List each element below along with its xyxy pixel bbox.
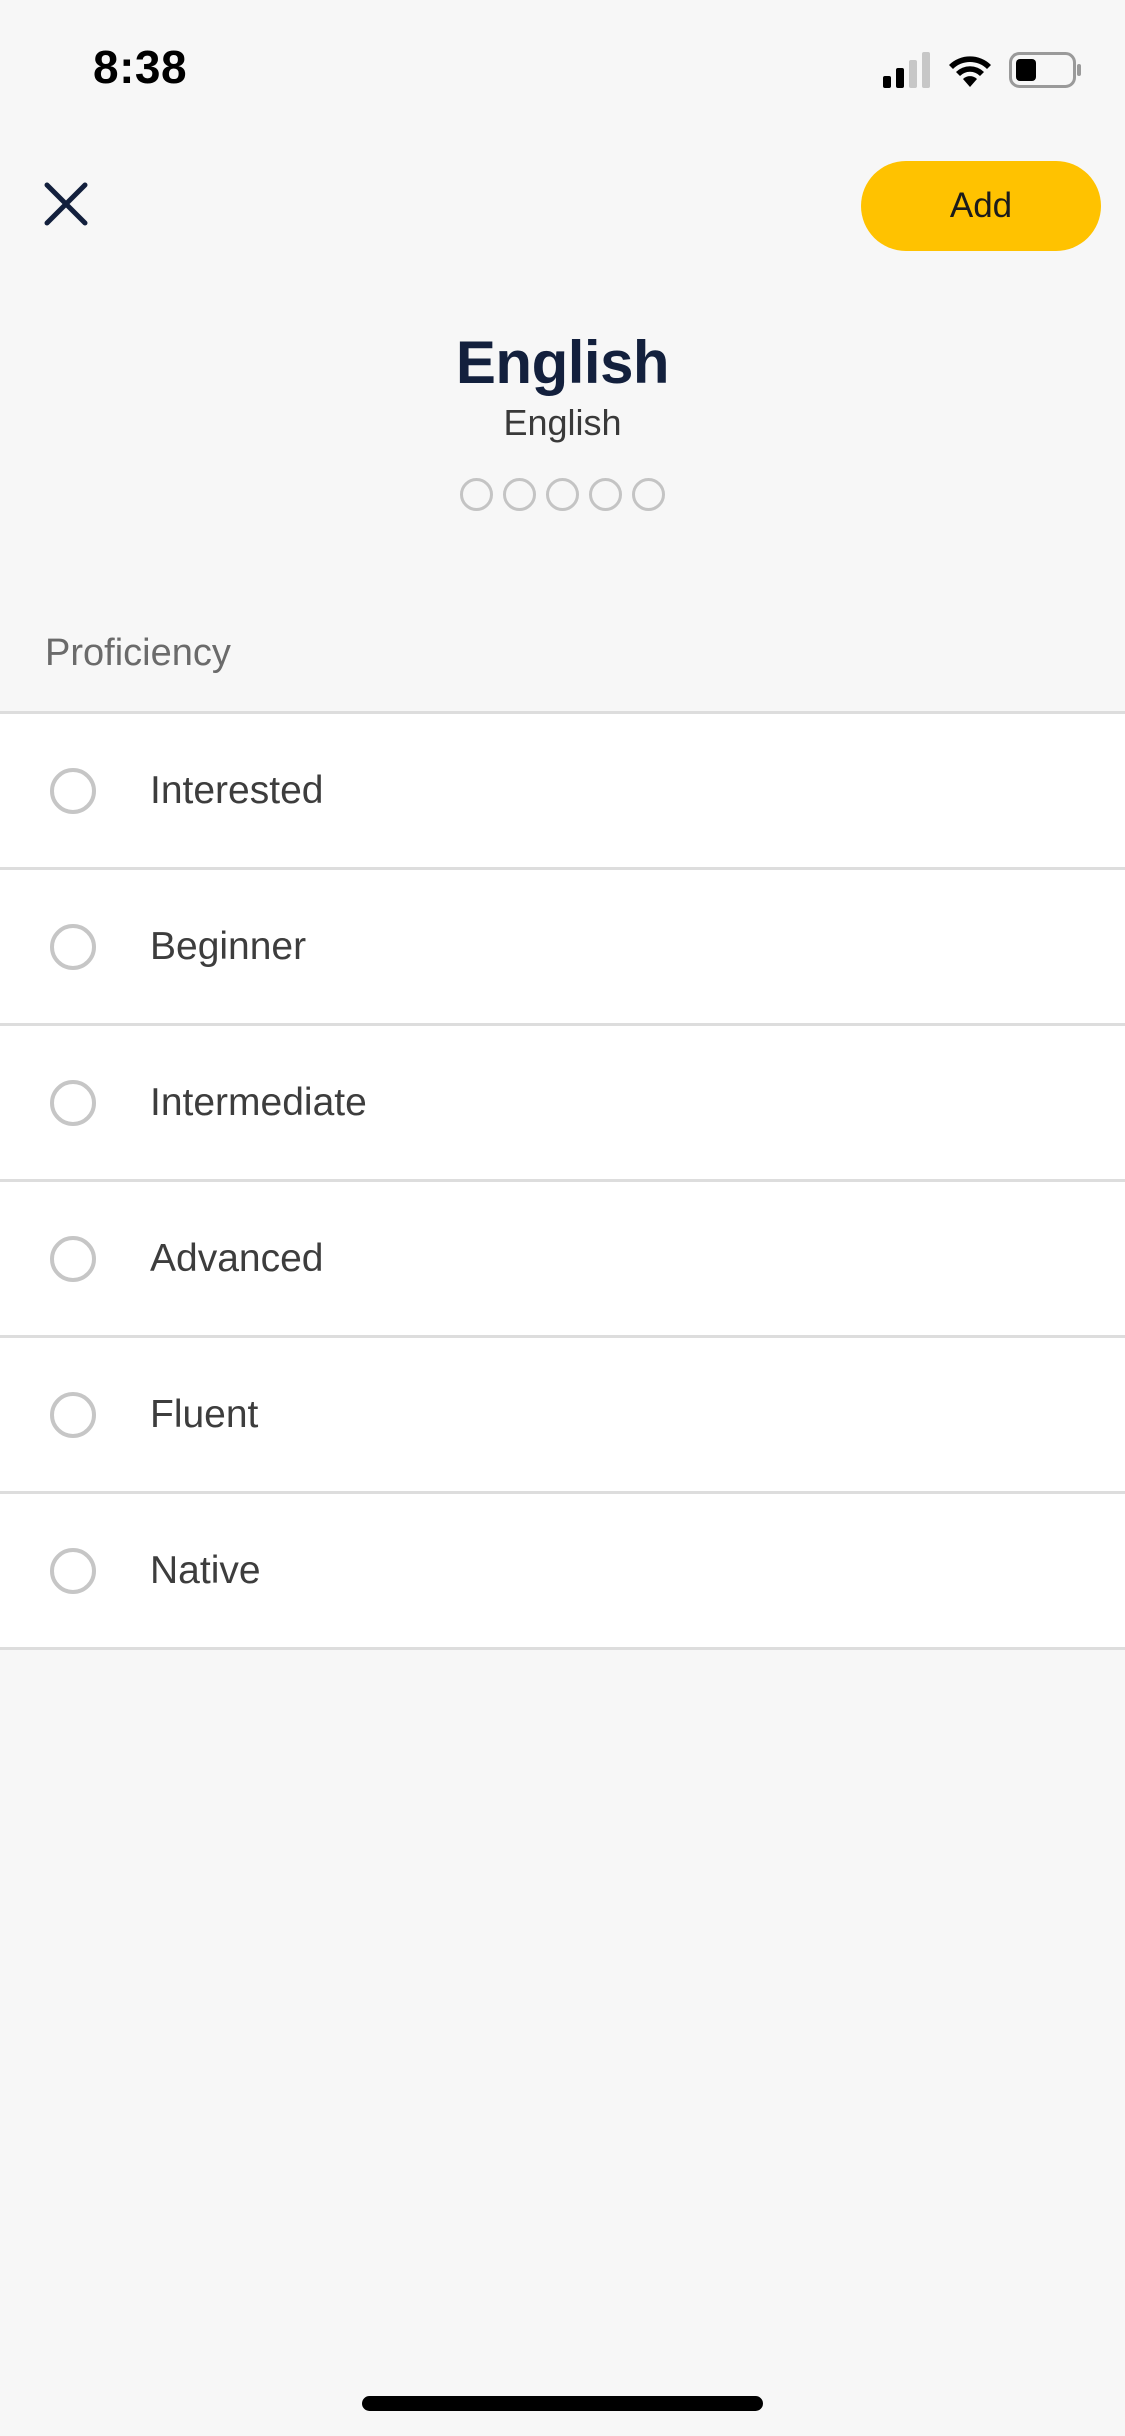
close-button[interactable] — [26, 166, 106, 246]
option-label: Native — [150, 1548, 261, 1592]
status-time: 8:38 — [93, 41, 188, 93]
option-native[interactable]: Native — [0, 1494, 1125, 1650]
radio-button[interactable] — [50, 1391, 96, 1438]
radio-button[interactable] — [50, 1079, 96, 1126]
option-label: Fluent — [150, 1392, 259, 1436]
home-indicator[interactable] — [362, 2396, 763, 2411]
option-advanced[interactable]: Advanced — [0, 1182, 1125, 1338]
radio-button[interactable] — [50, 923, 96, 970]
proficiency-level-indicator — [0, 478, 1125, 511]
level-dot — [503, 478, 536, 511]
add-button[interactable]: Add — [861, 161, 1101, 251]
level-dot — [632, 478, 665, 511]
status-icons — [883, 50, 1083, 90]
option-label: Interested — [150, 768, 324, 812]
option-intermediate[interactable]: Intermediate — [0, 1026, 1125, 1182]
option-label: Beginner — [150, 924, 307, 968]
radio-button[interactable] — [50, 767, 96, 814]
language-title: English — [455, 329, 670, 396]
level-dot — [546, 478, 579, 511]
cellular-signal-icon — [883, 52, 931, 88]
radio-button[interactable] — [50, 1547, 96, 1594]
battery-icon — [1009, 52, 1083, 88]
option-interested[interactable]: Interested — [0, 714, 1125, 870]
level-dot — [460, 478, 493, 511]
status-bar: 8:38 — [0, 0, 1125, 140]
proficiency-section-label: Proficiency — [45, 632, 231, 674]
radio-button[interactable] — [50, 1235, 96, 1282]
wifi-icon — [947, 53, 993, 87]
level-dot — [589, 478, 622, 511]
proficiency-options-list: Interested Beginner Intermediate Advance… — [0, 711, 1125, 1650]
option-label: Advanced — [150, 1236, 324, 1280]
option-beginner[interactable]: Beginner — [0, 870, 1125, 1026]
close-icon — [42, 180, 90, 233]
option-fluent[interactable]: Fluent — [0, 1338, 1125, 1494]
language-native-name: English — [503, 402, 622, 443]
option-label: Intermediate — [150, 1080, 367, 1124]
